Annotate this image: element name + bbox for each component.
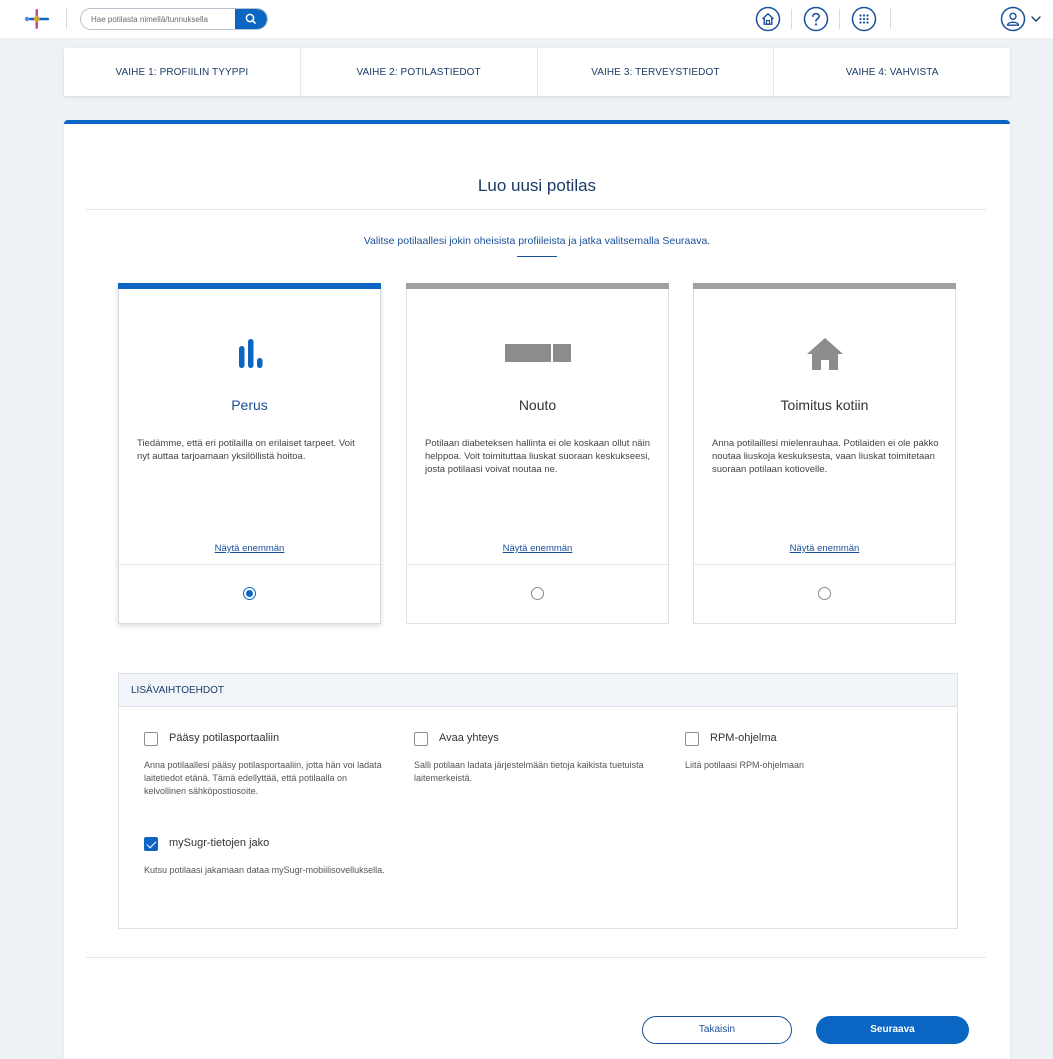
option-label[interactable]: Avaa yhteys	[439, 732, 499, 744]
show-more-link[interactable]: Näytä enemmän	[694, 543, 955, 554]
open-connection-checkbox[interactable]	[414, 732, 428, 746]
search-input[interactable]	[81, 9, 237, 29]
bar-chart-icon	[238, 339, 262, 368]
chevron-down-icon[interactable]	[1030, 14, 1042, 24]
profile-divider	[694, 564, 955, 565]
search-icon	[245, 13, 256, 24]
mysugr-sharing-checkbox[interactable]	[144, 837, 158, 851]
search-button[interactable]	[235, 9, 267, 29]
profile-radio-perus[interactable]	[243, 587, 256, 600]
step-3-tab[interactable]: VAIHE 3: TERVEYSTIEDOT	[538, 48, 775, 96]
show-more-link[interactable]: Näytä enemmän	[119, 543, 380, 554]
header-divider	[839, 9, 840, 29]
step-navigation: VAIHE 1: PROFIILIN TYYPPI VAIHE 2: POTIL…	[64, 48, 1010, 96]
app-logo-icon[interactable]	[24, 8, 50, 30]
header-divider	[791, 9, 792, 29]
profile-card-home-delivery[interactable]: Toimitus kotiin Anna potilaillesi mielen…	[693, 283, 956, 624]
step-4-tab[interactable]: VAIHE 4: VAHVISTA	[774, 48, 1010, 96]
subtitle-underline	[517, 256, 557, 257]
header-divider	[890, 9, 891, 29]
profile-card-perus[interactable]: Perus Tiedämme, että eri potilailla on e…	[118, 283, 381, 624]
option-description: Liitä potilaasi RPM-ohjelmaan	[685, 760, 805, 770]
profile-description: Tiedämme, että eri potilailla on erilais…	[137, 438, 355, 462]
portal-access-checkbox[interactable]	[144, 732, 158, 746]
step-2-tab[interactable]: VAIHE 2: POTILASTIEDOT	[301, 48, 538, 96]
options-title: LISÄVAIHTOEHDOT	[119, 674, 957, 707]
pickup-icon	[504, 344, 571, 362]
option-description: Salli potilaan ladata järjestelmään tiet…	[414, 760, 644, 783]
title-divider	[86, 209, 986, 210]
profile-accent-bar	[118, 283, 381, 289]
back-button[interactable]: Takaisin	[642, 1016, 792, 1044]
top-bar	[0, 0, 1053, 38]
home-icon	[806, 338, 843, 370]
home-icon[interactable]	[755, 6, 781, 32]
profile-radio-home-delivery[interactable]	[818, 587, 831, 600]
header-divider	[66, 9, 67, 29]
profile-radio-nouto[interactable]	[531, 587, 544, 600]
profile-name: Nouto	[518, 397, 557, 413]
rpm-program-checkbox[interactable]	[685, 732, 699, 746]
apps-grid-icon[interactable]	[851, 6, 877, 32]
profile-divider	[119, 564, 380, 565]
footer-divider	[86, 957, 986, 958]
option-label[interactable]: Pääsy potilasportaaliin	[169, 732, 279, 744]
additional-options-panel: LISÄVAIHTOEHDOT Pääsy potilasportaaliin …	[118, 673, 958, 929]
option-description: Kutsu potilaasi jakamaan dataa mySugr-mo…	[144, 865, 385, 875]
page-title: Luo uusi potilas	[477, 176, 597, 195]
option-label[interactable]: mySugr-tietojen jako	[169, 837, 269, 849]
patient-search	[80, 8, 268, 30]
show-more-link[interactable]: Näytä enemmän	[407, 543, 668, 554]
next-button[interactable]: Seuraava	[816, 1016, 969, 1044]
step-1-tab[interactable]: VAIHE 1: PROFIILIN TYYPPI	[64, 48, 301, 96]
profile-name: Perus	[231, 397, 268, 413]
profile-description: Anna potilaillesi mielenrauhaa. Potilaid…	[712, 438, 939, 475]
option-description: Anna potilaallesi pääsy potilasportaalii…	[144, 760, 382, 796]
profile-accent-bar	[406, 283, 669, 289]
option-label[interactable]: RPM-ohjelma	[710, 732, 777, 744]
profile-card-nouto[interactable]: Nouto Potilaan diabeteksen hallinta ei o…	[406, 283, 669, 624]
page-subtitle: Valitse potilaallesi jokin oheisista pro…	[363, 235, 711, 247]
user-avatar-icon[interactable]	[1000, 6, 1026, 32]
help-icon[interactable]	[803, 6, 829, 32]
profile-accent-bar	[693, 283, 956, 289]
create-patient-card: Luo uusi potilas Valitse potilaallesi jo…	[64, 120, 1010, 1059]
profile-divider	[407, 564, 668, 565]
profile-description: Potilaan diabeteksen hallinta ei ole kos…	[425, 438, 650, 475]
profile-name: Toimitus kotiin	[780, 397, 869, 413]
